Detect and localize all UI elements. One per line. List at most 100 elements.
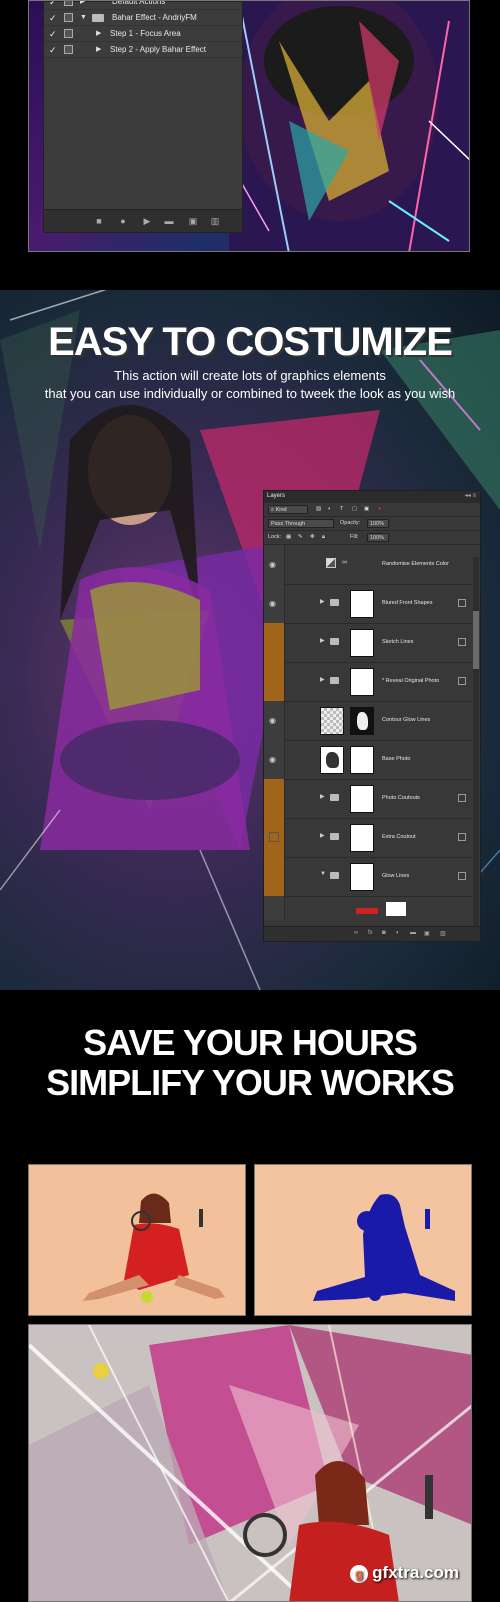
visibility-toggle[interactable]: ◉ <box>264 701 285 740</box>
visibility-toggle[interactable] <box>264 662 285 701</box>
visibility-toggle[interactable] <box>264 779 285 818</box>
lock-position-icon[interactable]: ✥ <box>310 534 315 540</box>
eye-icon[interactable]: ◉ <box>269 560 276 569</box>
folder-icon <box>92 14 104 22</box>
filter-pixel-icon[interactable]: ▨ <box>316 506 321 512</box>
layer-name[interactable]: Photo Coutouts <box>382 795 420 801</box>
mask-photo <box>254 1164 472 1316</box>
panel-menu-icon[interactable]: ◂◂ ≡ <box>465 492 476 499</box>
kind-filter-select[interactable]: ⌕ Kind <box>268 505 308 514</box>
layer-name[interactable]: Glow Lines <box>382 873 409 879</box>
blend-bar: Pass Through Opacity: 100% <box>264 517 480 531</box>
eye-icon[interactable]: ◉ <box>269 755 276 764</box>
filter-smart-icon[interactable]: ▣ <box>364 506 369 512</box>
visibility-toggle[interactable]: ◉ <box>264 584 285 623</box>
visibility-toggle[interactable]: ◉ <box>264 545 285 584</box>
check-icon[interactable]: ✓ <box>49 26 57 42</box>
layer-row[interactable]: ◉ ▶ Blured Front Shapes <box>264 584 472 624</box>
action-set-label: Default Actions <box>112 0 166 6</box>
stop-icon[interactable]: ■ <box>94 216 104 226</box>
action-row[interactable]: ✓ ▶ Step 1 - Focus Area <box>44 26 242 42</box>
expand-arrow-icon[interactable]: ▶ <box>320 598 325 605</box>
eye-icon[interactable]: ◉ <box>269 599 276 608</box>
description-line-2: that you can use individually or combine… <box>44 386 456 401</box>
check-icon[interactable]: ✓ <box>49 1 57 10</box>
trash-icon[interactable]: ▥ <box>210 216 220 226</box>
link-layers-icon[interactable]: ∞ <box>354 930 358 936</box>
layer-name[interactable]: Randomise Elements Color <box>382 561 449 567</box>
visibility-toggle[interactable] <box>264 857 285 896</box>
opacity-input[interactable]: 100% <box>367 519 389 528</box>
expand-arrow-icon[interactable]: ▶ <box>96 42 101 58</box>
expand-arrow-icon[interactable]: ▶ <box>80 1 85 10</box>
new-action-icon[interactable]: ▣ <box>188 216 198 226</box>
expand-arrow-icon[interactable]: ▶ <box>320 832 325 839</box>
dialog-toggle-icon[interactable] <box>64 13 73 22</box>
action-row[interactable]: ✓ ▼ Bahar Effect - AndriyFM <box>44 10 242 26</box>
action-label: Step 1 - Focus Area <box>110 29 181 38</box>
smart-object-icon <box>458 833 466 841</box>
expand-arrow-icon[interactable]: ▶ <box>320 637 325 644</box>
new-group-icon[interactable]: ▬ <box>410 930 416 936</box>
add-mask-icon[interactable]: ◙ <box>382 930 386 936</box>
examples-section: g gfxtra.com <box>0 1140 500 1602</box>
play-icon[interactable]: ▶ <box>142 216 152 226</box>
scrollbar-thumb[interactable] <box>473 611 479 669</box>
visibility-toggle[interactable] <box>264 818 285 857</box>
filter-shape-icon[interactable]: ▢ <box>352 506 357 512</box>
folder-icon <box>330 833 339 840</box>
layer-name[interactable]: * Reveal Original Photo <box>382 678 439 684</box>
visibility-toggle[interactable]: ◉ <box>264 740 285 779</box>
collapse-arrow-icon[interactable]: ▼ <box>320 871 326 877</box>
layer-row[interactable]: ◉ Base Photo <box>264 740 472 780</box>
folder-icon <box>330 638 339 645</box>
layer-mask-thumbnail <box>350 785 374 813</box>
layer-row[interactable]: ◉ ∞ Randomise Elements Color <box>264 545 472 585</box>
adjustment-icon[interactable]: ◐ <box>396 930 400 936</box>
filter-type-icon[interactable]: T <box>340 506 343 512</box>
layer-row[interactable]: ◉ Contour Glow Lines <box>264 701 472 741</box>
link-icon: ∞ <box>342 559 347 566</box>
fill-input[interactable]: 100% <box>367 533 389 542</box>
layer-name[interactable]: Extra Coutout <box>382 834 416 840</box>
lock-transparent-icon[interactable]: ▦ <box>286 534 291 540</box>
tab-layers[interactable]: Layers <box>267 493 285 499</box>
layer-name[interactable]: Base Photo <box>382 756 410 762</box>
dialog-toggle-icon[interactable] <box>64 45 73 54</box>
layer-name[interactable]: Blured Front Shapes <box>382 600 432 606</box>
check-icon[interactable]: ✓ <box>49 10 57 26</box>
filter-adjustment-icon[interactable]: ◐ <box>328 506 331 512</box>
layer-row[interactable]: ▶ * Reveal Original Photo <box>264 662 472 702</box>
dialog-toggle-icon[interactable] <box>64 29 73 38</box>
folder-icon[interactable]: ▬ <box>164 216 174 226</box>
lock-pixels-icon[interactable]: ✎ <box>298 534 303 540</box>
eye-icon[interactable]: ◉ <box>269 716 276 725</box>
blend-mode-select[interactable]: Pass Through <box>268 519 334 528</box>
layer-row[interactable]: ▶ Extra Coutout <box>264 818 472 858</box>
check-icon[interactable]: ✓ <box>49 42 57 58</box>
layer-row-partial[interactable] <box>264 896 472 920</box>
folder-icon <box>330 677 339 684</box>
layer-row[interactable]: ▶ Photo Coutouts <box>264 779 472 819</box>
action-row[interactable]: ✓ ▶ Step 2 - Apply Bahar Effect <box>44 42 242 58</box>
expand-arrow-icon[interactable]: ▶ <box>96 26 101 42</box>
record-icon[interactable]: ● <box>118 216 128 226</box>
layer-name[interactable]: Contour Glow Lines <box>382 717 430 723</box>
fx-icon[interactable]: fx <box>368 930 373 936</box>
visibility-toggle[interactable] <box>264 896 285 920</box>
lock-all-icon[interactable]: 🔒︎ <box>322 534 325 541</box>
layer-name[interactable]: Sketch Lines <box>382 639 414 645</box>
expand-arrow-icon[interactable]: ▶ <box>320 793 325 800</box>
new-layer-icon[interactable]: ▣ <box>424 930 430 937</box>
expand-arrow-icon[interactable]: ▶ <box>320 676 325 683</box>
folder-icon <box>330 599 339 606</box>
layer-row[interactable]: ▶ Sketch Lines <box>264 623 472 663</box>
eye-icon[interactable] <box>269 832 279 842</box>
dialog-toggle-icon[interactable] <box>64 1 73 6</box>
filter-toggle-icon[interactable]: ● <box>378 506 381 512</box>
collapse-arrow-icon[interactable]: ▼ <box>80 10 87 26</box>
visibility-toggle[interactable] <box>264 623 285 662</box>
trash-icon[interactable]: ▥ <box>440 930 446 937</box>
action-row[interactable]: ✓ ▶ Default Actions <box>44 0 242 10</box>
layer-row[interactable]: ▼ Glow Lines <box>264 857 472 897</box>
